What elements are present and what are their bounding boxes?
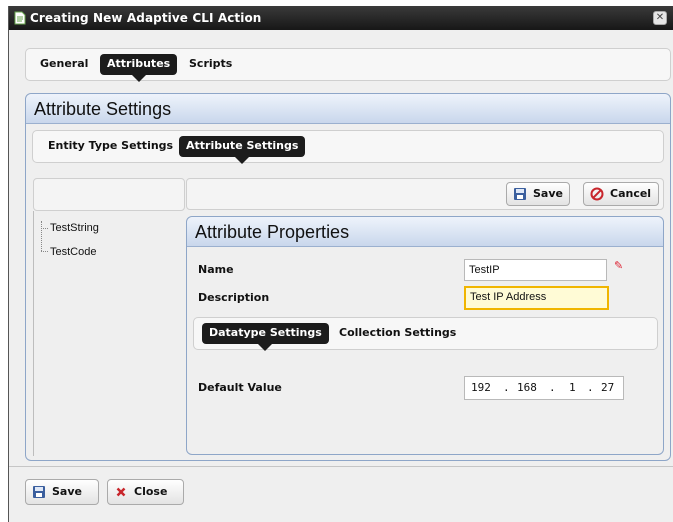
name-label: Name xyxy=(198,263,234,276)
titlebar[interactable]: Creating New Adaptive CLI Action ✕ xyxy=(9,6,673,30)
ip-octet-3[interactable]: 1 xyxy=(569,377,576,399)
tree-item-teststring[interactable]: TestString xyxy=(50,222,99,234)
tab-entity-type-settings[interactable]: Entity Type Settings xyxy=(41,136,180,157)
ip-octet-4[interactable]: 27 xyxy=(601,377,614,399)
tree-divider xyxy=(33,211,34,456)
ip-dot: . xyxy=(503,381,510,394)
ip-address-field[interactable]: 192 . 168 . 1 . 27 xyxy=(464,376,624,400)
ip-octet-2[interactable]: 168 xyxy=(517,377,537,399)
dialog-window: Creating New Adaptive CLI Action ✕ Gener… xyxy=(8,6,673,522)
ip-octet-1[interactable]: 192 xyxy=(471,377,491,399)
tab-scripts[interactable]: Scripts xyxy=(182,54,239,75)
floppy-disk-icon xyxy=(33,486,45,498)
tab-collection-settings[interactable]: Collection Settings xyxy=(332,323,463,344)
description-label: Description xyxy=(198,291,270,304)
save-button[interactable]: Save xyxy=(506,182,570,206)
ip-dot: . xyxy=(549,381,556,394)
tree-branch xyxy=(41,251,48,252)
settings-tab-strip: Entity Type Settings Attribute Settings xyxy=(32,130,664,164)
close-icon xyxy=(116,487,126,497)
save-button-label: Save xyxy=(533,187,563,200)
cancel-button-label: Cancel xyxy=(610,187,652,200)
tab-datatype-settings[interactable]: Datatype Settings xyxy=(202,323,329,351)
tab-general[interactable]: General xyxy=(33,54,95,75)
window-title: Creating New Adaptive CLI Action xyxy=(30,11,262,25)
footer-save-button[interactable]: Save xyxy=(25,479,99,505)
tree-item-testcode[interactable]: TestCode xyxy=(50,246,96,258)
footer-divider xyxy=(9,466,673,467)
attribute-settings-title: Attribute Settings xyxy=(26,94,670,124)
document-icon xyxy=(14,11,26,25)
footer-close-button[interactable]: Close xyxy=(107,479,184,505)
ip-dot: . xyxy=(587,381,594,394)
main-tab-strip: General Attributes Scripts xyxy=(25,48,671,82)
attribute-properties-title: Attribute Properties xyxy=(187,217,663,247)
properties-toolbar: Save Cancel xyxy=(186,178,664,210)
floppy-disk-icon xyxy=(514,188,526,200)
name-field[interactable]: TestIP xyxy=(464,259,607,281)
datatype-tab-strip: Datatype Settings Collection Settings xyxy=(193,317,658,351)
required-icon: ✎ xyxy=(614,259,624,272)
tab-attributes[interactable]: Attributes xyxy=(100,54,178,82)
default-value-label: Default Value xyxy=(198,381,282,394)
description-field[interactable]: Test IP Address xyxy=(464,286,609,310)
footer-save-label: Save xyxy=(52,485,82,498)
footer-close-label: Close xyxy=(134,485,168,498)
tree-branch xyxy=(41,228,48,229)
tab-attribute-settings[interactable]: Attribute Settings xyxy=(179,136,306,164)
close-icon[interactable]: ✕ xyxy=(653,11,667,25)
tree-header xyxy=(33,178,185,211)
no-entry-icon xyxy=(590,187,604,201)
cancel-button[interactable]: Cancel xyxy=(583,182,659,206)
